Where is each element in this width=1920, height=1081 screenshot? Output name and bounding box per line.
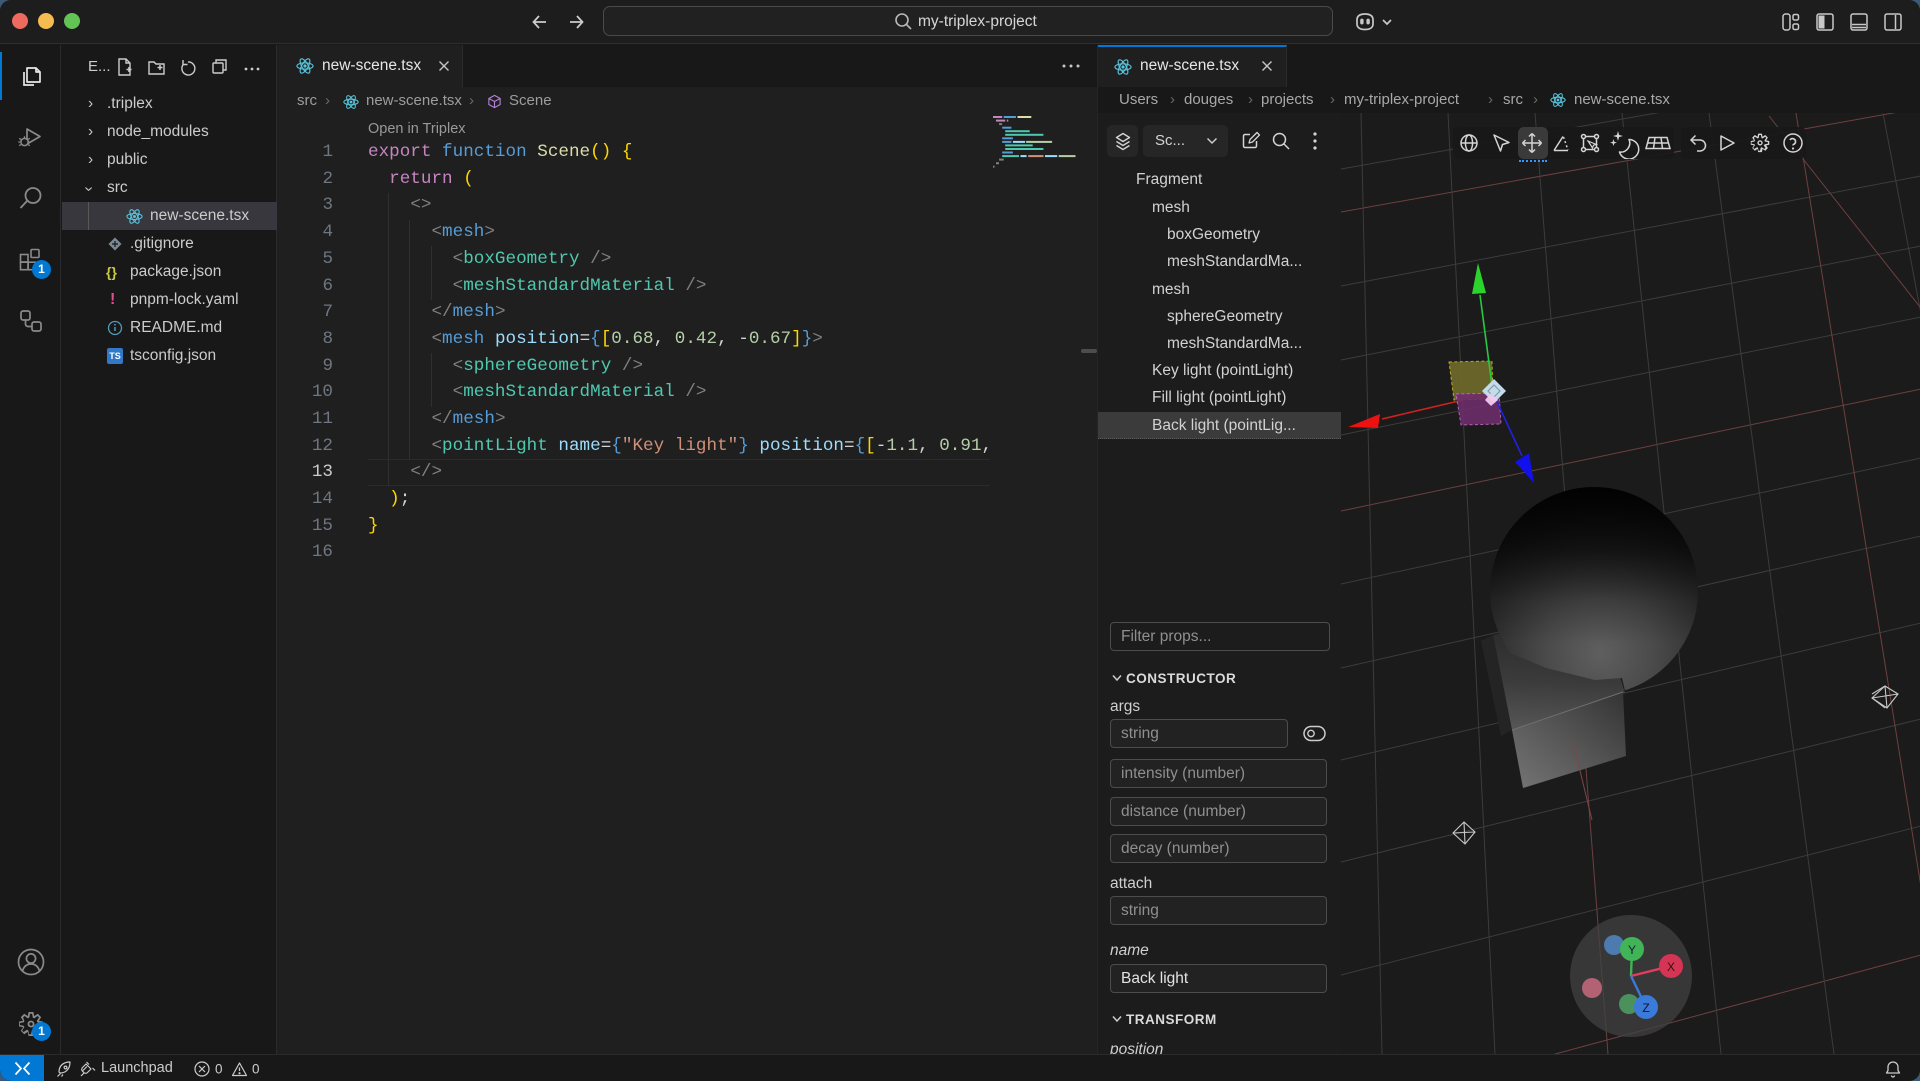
svg-text:Y: Y (1628, 943, 1636, 957)
svg-text:Z: Z (1642, 1001, 1649, 1015)
svg-text:0: 0 (252, 1062, 260, 1077)
svg-text:0: 0 (215, 1062, 223, 1077)
svg-text:X: X (1667, 960, 1675, 974)
